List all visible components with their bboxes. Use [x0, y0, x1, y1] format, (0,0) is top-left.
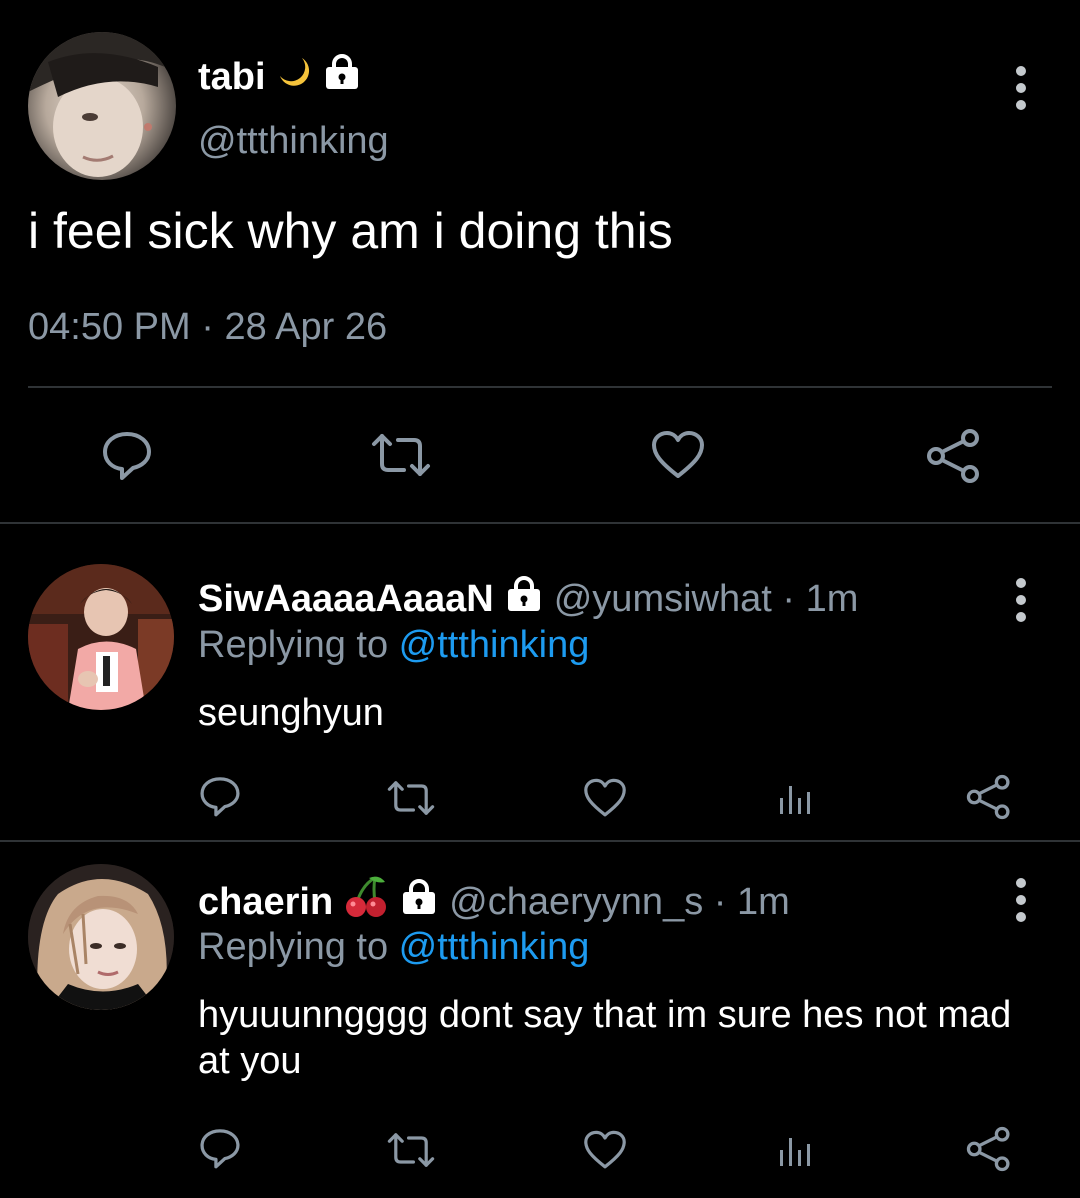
avatar[interactable]: [28, 864, 174, 1010]
share-icon[interactable]: [966, 774, 1012, 820]
display-name[interactable]: chaerin: [198, 881, 333, 924]
like-icon[interactable]: [582, 1130, 628, 1170]
avatar[interactable]: [28, 32, 176, 180]
main-tweet-header: tabi @ttthinking: [28, 32, 1052, 182]
tweet-thread-screen: tabi @ttthinking i feel sick why am i do…: [0, 0, 1080, 1198]
tweet-date: 28 Apr 26: [224, 306, 388, 348]
reply-text: hyuuunngggg dont say that im sure hes no…: [198, 994, 1012, 1082]
display-name-row: tabi: [198, 52, 362, 102]
like-icon[interactable]: [650, 430, 706, 480]
tweet-text: i feel sick why am i doing this: [28, 203, 673, 259]
replying-to: Replying to @ttthinking: [198, 624, 589, 667]
handle[interactable]: @ttthinking: [198, 120, 389, 163]
reply-header: chaerin @chaeryynn_s · 1m: [198, 874, 790, 930]
share-icon[interactable]: [966, 1126, 1012, 1172]
more-options-icon[interactable]: [1014, 878, 1028, 922]
lock-icon: [322, 52, 362, 102]
tweet-time: 04:50 PM: [28, 306, 191, 348]
reply-header: SiwAaaaaAaaaN @yumsiwhat · 1m: [198, 574, 858, 624]
handle-timestamp: @chaeryynn_s · 1m: [449, 880, 790, 923]
reply-icon[interactable]: [198, 774, 242, 818]
cherries-icon: [343, 874, 389, 930]
handle-timestamp: @yumsiwhat · 1m: [553, 577, 859, 620]
moon-icon: [276, 54, 312, 100]
lock-icon: [504, 574, 544, 624]
display-name[interactable]: tabi: [198, 56, 266, 99]
mention-link[interactable]: @ttthinking: [399, 624, 590, 666]
divider: [0, 522, 1080, 524]
lock-icon: [399, 877, 439, 927]
tweet-timestamp: 04:50 PM · 28 Apr 26: [28, 306, 387, 349]
reply-text: seunghyun: [198, 692, 384, 734]
mention-link[interactable]: @ttthinking: [399, 926, 590, 968]
more-options-icon[interactable]: [1014, 66, 1028, 110]
display-name[interactable]: SiwAaaaaAaaaN: [198, 578, 494, 621]
like-icon[interactable]: [582, 778, 628, 818]
reply-icon[interactable]: [100, 428, 154, 482]
avatar[interactable]: [28, 564, 174, 710]
divider: [28, 386, 1052, 388]
retweet-icon[interactable]: [370, 430, 432, 480]
divider: [0, 840, 1080, 842]
replying-to-label: Replying to: [198, 624, 399, 666]
retweet-icon[interactable]: [386, 1130, 436, 1170]
analytics-icon[interactable]: [776, 1130, 816, 1170]
replying-to-label: Replying to: [198, 926, 399, 968]
retweet-icon[interactable]: [386, 778, 436, 818]
replying-to: Replying to @ttthinking: [198, 926, 589, 969]
separator: ·: [201, 306, 214, 348]
analytics-icon[interactable]: [776, 778, 816, 818]
share-icon[interactable]: [926, 428, 982, 484]
more-options-icon[interactable]: [1014, 578, 1028, 622]
reply-icon[interactable]: [198, 1126, 242, 1170]
